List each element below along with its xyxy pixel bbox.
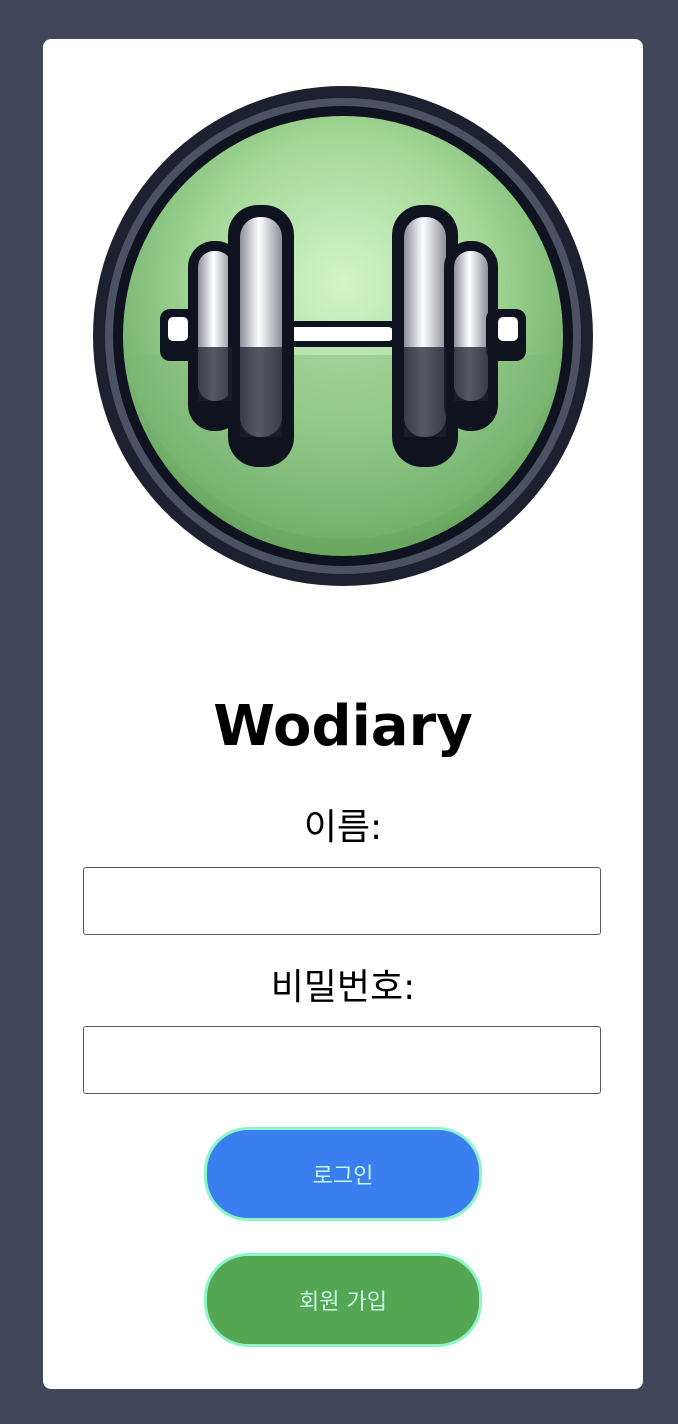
password-input[interactable] (83, 1026, 601, 1094)
login-button[interactable]: 로그인 (204, 1127, 482, 1221)
app-title: Wodiary (213, 694, 473, 759)
password-label: 비밀번호: (270, 967, 416, 1008)
signup-button-label: 회원 가입 (299, 1290, 387, 1315)
login-button-label: 로그인 (312, 1164, 374, 1189)
signup-button[interactable]: 회원 가입 (204, 1253, 482, 1347)
name-input[interactable] (83, 867, 601, 935)
login-card: Wodiary 이름: 비밀번호: 로그인 회원 가입 (43, 39, 643, 1389)
app-logo (92, 85, 594, 587)
dumbbell-icon (93, 86, 593, 586)
name-label: 이름: (303, 807, 383, 848)
